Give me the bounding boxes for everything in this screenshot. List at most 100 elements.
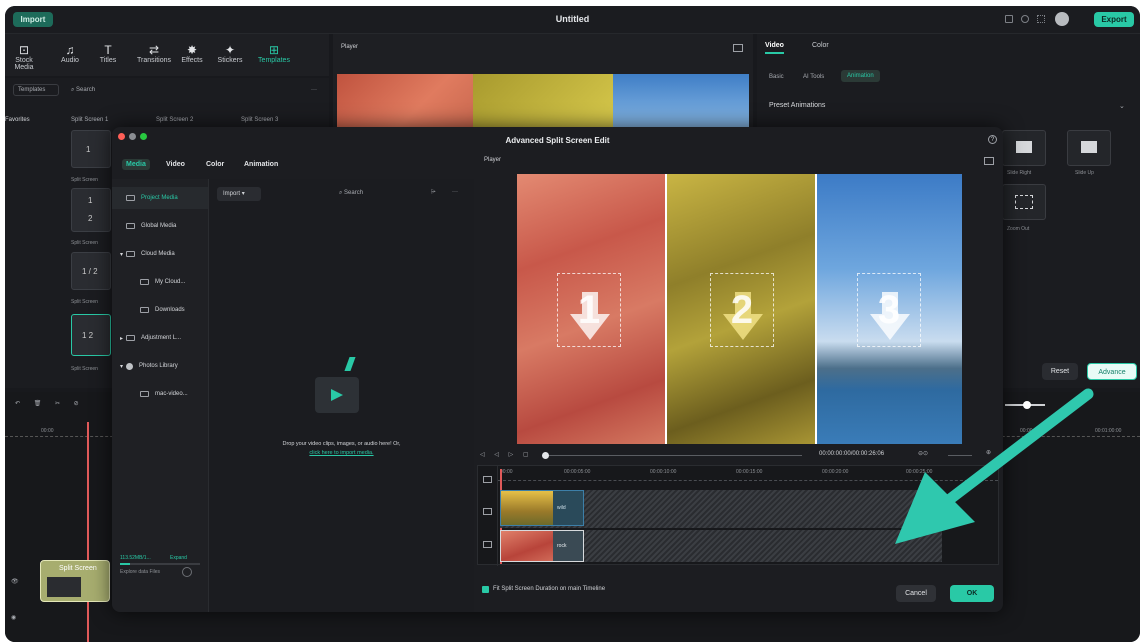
search-input[interactable]: ⌕ Search ··· — [71, 84, 321, 96]
advance-button[interactable]: Advance — [1087, 363, 1137, 380]
drop-zone-2[interactable]: 2 — [710, 273, 774, 347]
sidebar-item-project-media[interactable]: Project Media — [112, 187, 208, 209]
media-search[interactable]: ⌕ Search — [339, 190, 363, 197]
sidebar-item-mac-video[interactable]: mac-video... — [112, 383, 208, 405]
visibility-icon[interactable]: ◉ — [11, 614, 16, 621]
toolbar-titles[interactable]: T Titles — [91, 43, 125, 64]
grid-icon[interactable] — [1037, 15, 1045, 23]
preset-label-zoom-out: Zoom Out — [1007, 226, 1030, 232]
sidebar-item-downloads[interactable]: Downloads — [112, 299, 208, 321]
refresh-icon[interactable] — [182, 567, 192, 577]
sidebar-item-my-cloud[interactable]: My Cloud... — [112, 271, 208, 293]
explore-link[interactable]: Explore data Files — [120, 569, 160, 575]
avatar[interactable] — [1055, 12, 1069, 26]
media-sidebar: Project Media Global Media ▾ Cloud Media … — [112, 179, 209, 612]
subtab-ai-tools[interactable]: AI Tools — [803, 74, 824, 80]
filter-icon[interactable]: ⩥ — [431, 189, 436, 196]
dialog-player-label: Player — [484, 157, 502, 163]
main-player: Player — [333, 34, 753, 129]
preset-slide-right[interactable] — [1002, 130, 1046, 166]
segment-number-3: 3 — [877, 288, 901, 332]
reset-button[interactable]: Reset — [1042, 363, 1078, 380]
dialog-tick-label: 00:00:20:00 — [822, 469, 849, 475]
timeline-tools[interactable]: ↶ 🗑 ✂ ⊘ — [15, 400, 85, 407]
sidebar-item-global-media[interactable]: Global Media — [112, 215, 208, 237]
clip-rock[interactable]: rock — [500, 530, 584, 562]
import-folder-icon[interactable] — [315, 377, 359, 413]
track-icon — [483, 476, 492, 483]
templates-tab[interactable]: Templates — [13, 84, 59, 96]
playback-controls[interactable]: ◁ ◁ ▷ ▢ — [480, 451, 533, 458]
favorites-item[interactable]: Favorites — [5, 117, 30, 123]
storage-bar — [120, 563, 200, 565]
sidebar-item-label: My Cloud... — [155, 279, 186, 285]
split-segment-1[interactable]: 1 — [517, 174, 665, 444]
split-short-2: Split Screen — [71, 240, 98, 246]
drop-zone-3[interactable]: 3 — [857, 273, 921, 347]
fit-checkbox[interactable] — [482, 586, 489, 593]
toolbar-stock-media[interactable]: ⊡ Stock Media — [7, 43, 41, 71]
template-thumb-2[interactable]: 12 — [71, 188, 111, 232]
import-dropdown[interactable]: Import ▾ — [217, 187, 261, 201]
import-media-link[interactable]: click here to import media. — [209, 450, 474, 456]
preview-segment-3 — [613, 74, 749, 129]
toolbar-transitions[interactable]: ⇄ Transitions — [137, 43, 171, 64]
split-label-1: Split Screen 1 — [71, 117, 109, 123]
preset-zoom-out[interactable] — [1002, 184, 1046, 220]
help-icon[interactable]: ? — [988, 135, 997, 144]
export-button[interactable]: Export — [1094, 12, 1134, 27]
monitor-icon[interactable] — [1005, 15, 1013, 23]
snapshot-icon[interactable] — [733, 44, 743, 52]
tab-color[interactable]: Color — [206, 161, 224, 168]
timeline-clip[interactable]: Split Screen — [40, 560, 110, 602]
slide-right-icon — [1016, 141, 1032, 153]
sidebar-item-adjustment[interactable]: ▸ Adjustment L... — [112, 327, 208, 349]
snapshot-icon[interactable] — [984, 157, 994, 165]
storage-usage: 113.52MB/1... — [120, 555, 151, 561]
folder-icon — [126, 195, 135, 201]
tab-video[interactable]: Video — [765, 42, 784, 54]
text-icon: T — [104, 43, 112, 57]
tab-color[interactable]: Color — [812, 42, 829, 49]
subtab-animation[interactable]: Animation — [841, 70, 880, 82]
template-thumb-1[interactable]: 1 — [71, 130, 111, 168]
chevron-right-icon: ▸ — [120, 335, 124, 342]
clip-wild[interactable]: wild — [500, 490, 584, 526]
scrub-bar[interactable] — [542, 452, 802, 459]
tab-animation[interactable]: Animation — [244, 161, 278, 168]
subtab-basic[interactable]: Basic — [769, 74, 784, 80]
tab-media[interactable]: Media — [122, 159, 150, 170]
template-thumb-3[interactable]: 1 / 2 — [71, 252, 111, 290]
stickers-icon: ✦ — [224, 43, 236, 57]
player-label: Player — [341, 44, 359, 50]
toolbar-stickers[interactable]: ✦ Stickers — [213, 43, 247, 64]
scrub-thumb[interactable] — [542, 452, 549, 459]
more-icon[interactable]: ··· — [452, 189, 458, 195]
title-bar: Import Untitled Export — [5, 6, 1140, 34]
eye-icon[interactable]: 👁 — [11, 578, 19, 585]
editor-window: Import Untitled Export ⊡ Stock Media ♫ Audi… — [5, 6, 1140, 642]
sidebar-item-cloud-media[interactable]: ▾ Cloud Media — [112, 243, 208, 265]
drop-zone-1[interactable]: 1 — [557, 273, 621, 347]
preset-label-slide-right: Slide Right — [1007, 170, 1032, 176]
preset-slide-up[interactable] — [1067, 130, 1111, 166]
more-icon[interactable]: ··· — [311, 84, 317, 96]
folder-icon — [126, 335, 136, 341]
toolbar-templates[interactable]: ⊞ Templates — [257, 43, 291, 64]
chevron-down-icon[interactable]: ⌄ — [1119, 102, 1125, 110]
split-segment-2[interactable]: 2 — [667, 174, 815, 444]
tab-video[interactable]: Video — [166, 161, 185, 168]
sidebar-item-label: mac-video... — [155, 391, 188, 397]
effects-icon: ✸ — [186, 43, 198, 57]
expand-link[interactable]: Expand — [170, 555, 187, 561]
ok-button[interactable]: OK — [950, 585, 994, 602]
stock-media-icon: ⊡ — [18, 43, 30, 57]
toolbar-effects[interactable]: ✸ Effects — [175, 43, 209, 64]
toolbar-audio[interactable]: ♫ Audio — [53, 43, 87, 64]
sidebar-item-label: Project Media — [141, 195, 178, 201]
template-thumb-4[interactable]: 1 2 — [71, 314, 111, 356]
playhead[interactable] — [87, 422, 89, 642]
cancel-button[interactable]: Cancel — [896, 585, 936, 602]
settings-icon[interactable] — [1021, 15, 1029, 23]
sidebar-item-photos-library[interactable]: ▾ Photos Library — [112, 355, 208, 377]
